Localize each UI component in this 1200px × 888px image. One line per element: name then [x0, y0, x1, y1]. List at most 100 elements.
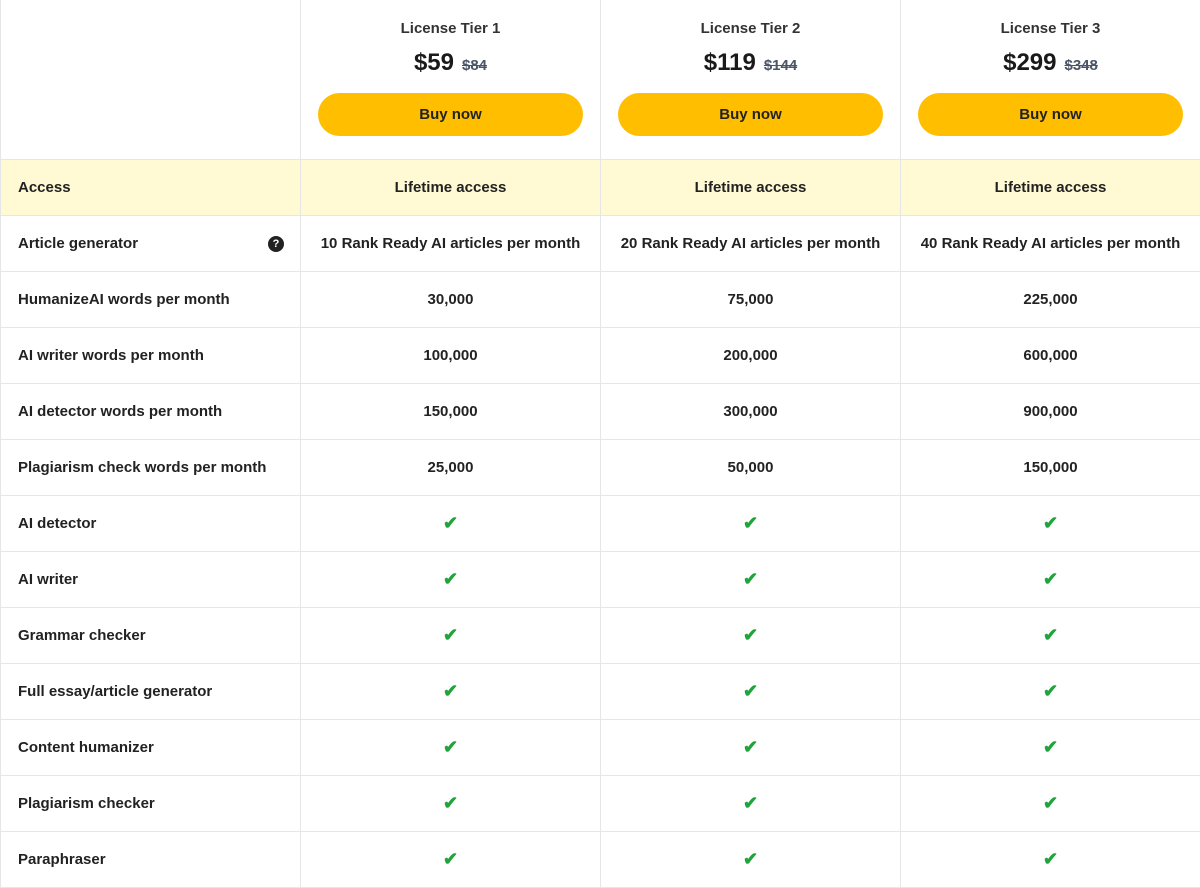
feature-label-cell: AI detector words per month	[1, 384, 301, 440]
feature-value: 20 Rank Ready AI articles per month	[620, 235, 881, 252]
pricing-table: License Tier 1 $59 $84 Buy now License Ti…	[0, 0, 1200, 888]
check-icon: ✔	[442, 513, 459, 533]
feature-value: 75,000	[727, 291, 774, 308]
feature-value: Lifetime access	[994, 179, 1107, 196]
feature-value-cell: Lifetime access	[901, 160, 1200, 216]
feature-label: AI writer words per month	[18, 347, 204, 364]
feature-label: AI detector	[18, 515, 97, 532]
feature-label-cell: Content humanizer	[1, 720, 301, 776]
feature-label: Content humanizer	[18, 739, 154, 756]
feature-value-cell: ✔	[601, 832, 901, 888]
help-icon[interactable]: ?	[268, 235, 284, 252]
tier-3-header: License Tier 3 $299 $348 Buy now	[901, 0, 1200, 160]
check-icon: ✔	[1042, 625, 1059, 645]
feature-value-cell: ✔	[901, 664, 1200, 720]
feature-label: Plagiarism check words per month	[18, 459, 267, 476]
feature-value-cell: 40 Rank Ready AI articles per month	[901, 216, 1200, 272]
feature-label-cell: Plagiarism check words per month	[1, 440, 301, 496]
feature-value-cell: ✔	[601, 720, 901, 776]
feature-label-cell: HumanizeAI words per month	[1, 272, 301, 328]
feature-value: 150,000	[1023, 459, 1078, 476]
feature-label: AI detector words per month	[18, 403, 223, 420]
feature-label-cell: AI writer words per month	[1, 328, 301, 384]
check-icon: ✔	[1042, 849, 1059, 869]
feature-value: 300,000	[723, 403, 778, 420]
feature-value-cell: ✔	[601, 608, 901, 664]
feature-value-cell: ✔	[301, 832, 601, 888]
feature-value: 150,000	[423, 403, 478, 420]
feature-value-cell: ✔	[601, 496, 901, 552]
feature-value-cell: ✔	[901, 608, 1200, 664]
check-icon: ✔	[1042, 793, 1059, 813]
feature-label-cell: Grammar checker	[1, 608, 301, 664]
feature-value-cell: 150,000	[301, 384, 601, 440]
feature-label-cell: Plagiarism checker	[1, 776, 301, 832]
feature-label: AI writer	[18, 571, 79, 588]
tier-name: License Tier 2	[700, 20, 801, 37]
feature-value: Lifetime access	[694, 179, 807, 196]
feature-value-cell: 900,000	[901, 384, 1200, 440]
feature-value-cell: 600,000	[901, 328, 1200, 384]
check-icon: ✔	[742, 569, 759, 589]
tier-old-price: $84	[462, 57, 488, 74]
feature-value-cell: ✔	[301, 496, 601, 552]
tier-price: $299	[1003, 49, 1057, 76]
feature-label-cell: AI detector	[1, 496, 301, 552]
feature-value-cell: 75,000	[601, 272, 901, 328]
feature-value-cell: 10 Rank Ready AI articles per month	[301, 216, 601, 272]
feature-label-cell: AI writer	[1, 552, 301, 608]
buy-now-button-tier-1[interactable]: Buy now	[318, 93, 583, 136]
feature-value: 225,000	[1023, 291, 1078, 308]
tier-price: $119	[703, 49, 756, 76]
tier-price: $59	[413, 49, 454, 76]
feature-label: Paraphraser	[18, 851, 106, 868]
header-empty-cell	[1, 0, 301, 160]
tier-name: License Tier 1	[400, 20, 501, 37]
feature-value-cell: 50,000	[601, 440, 901, 496]
feature-value: 200,000	[723, 347, 778, 364]
check-icon: ✔	[442, 569, 459, 589]
feature-label: Plagiarism checker	[18, 795, 155, 812]
check-icon: ✔	[1042, 737, 1059, 757]
tier-1-header: License Tier 1 $59 $84 Buy now	[301, 0, 601, 160]
feature-value-cell: 150,000	[901, 440, 1200, 496]
buy-now-button-tier-2[interactable]: Buy now	[618, 93, 883, 136]
feature-label-cell: Access	[1, 160, 301, 216]
feature-label: Article generator	[18, 235, 139, 252]
feature-value-cell: ✔	[601, 552, 901, 608]
feature-value: Lifetime access	[394, 179, 507, 196]
feature-label: Full essay/article generator	[18, 683, 213, 700]
check-icon: ✔	[1042, 513, 1059, 533]
tier-2-header: License Tier 2 $119 $144 Buy now	[601, 0, 901, 160]
check-icon: ✔	[742, 681, 759, 701]
feature-value: 25,000	[427, 459, 474, 476]
check-icon: ✔	[442, 681, 459, 701]
feature-value-cell: ✔	[601, 664, 901, 720]
check-icon: ✔	[742, 737, 759, 757]
feature-value-cell: ✔	[901, 552, 1200, 608]
feature-label: HumanizeAI words per month	[18, 291, 230, 308]
feature-value-cell: ✔	[301, 720, 601, 776]
feature-value-cell: 225,000	[901, 272, 1200, 328]
feature-label: Grammar checker	[18, 627, 146, 644]
feature-value-cell: 100,000	[301, 328, 601, 384]
buy-now-button-tier-3[interactable]: Buy now	[918, 93, 1183, 136]
feature-value: 100,000	[423, 347, 478, 364]
check-icon: ✔	[742, 625, 759, 645]
feature-label-cell: Paraphraser	[1, 832, 301, 888]
feature-value-cell: ✔	[901, 720, 1200, 776]
check-icon: ✔	[742, 513, 759, 533]
tier-old-price: $348	[1064, 57, 1098, 74]
check-icon: ✔	[1042, 681, 1059, 701]
feature-value-cell: ✔	[301, 776, 601, 832]
check-icon: ✔	[742, 793, 759, 813]
feature-label-cell: Article generator?	[1, 216, 301, 272]
feature-value-cell: Lifetime access	[301, 160, 601, 216]
check-icon: ✔	[442, 737, 459, 757]
feature-value-cell: 25,000	[301, 440, 601, 496]
feature-value: 600,000	[1023, 347, 1078, 364]
check-icon: ✔	[442, 849, 459, 869]
check-icon: ✔	[442, 793, 459, 813]
feature-value: 10 Rank Ready AI articles per month	[320, 235, 581, 252]
feature-value: 50,000	[727, 459, 774, 476]
